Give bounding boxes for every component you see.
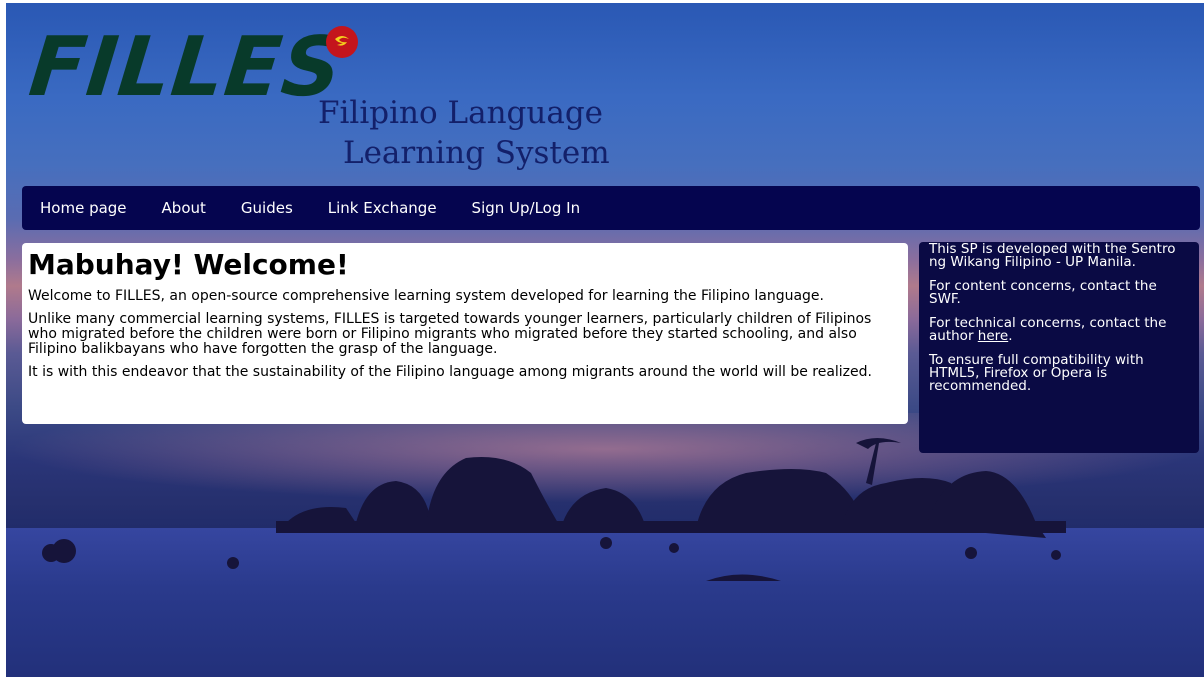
info-sidebar: This SP is developed with the Sentro ng … [919, 242, 1199, 453]
nav-guides[interactable]: Guides [241, 199, 293, 217]
tagline-line-2: Learning System [343, 135, 610, 171]
tagline-line-1: Filipino Language [318, 95, 604, 131]
nav-home[interactable]: Home page [40, 199, 127, 217]
welcome-panel: Mabuhay! Welcome! Welcome to FILLES, an … [22, 243, 908, 424]
sidebar-content-concerns: For content concerns, contact the SWF. [929, 278, 1157, 307]
main-nav: Home page About Guides Link Exchange Sig… [22, 186, 1200, 230]
sidebar-developer-note: This SP is developed with the Sentro ng … [929, 241, 1176, 270]
technical-concerns-end: . [1008, 328, 1013, 344]
welcome-paragraph-2: Unlike many commercial learning systems,… [28, 311, 872, 357]
swirl-icon [326, 26, 358, 58]
nav-link-exchange[interactable]: Link Exchange [328, 199, 437, 217]
technical-concerns-text: For technical concerns, contact the auth… [929, 315, 1167, 344]
nav-signup-login[interactable]: Sign Up/Log In [472, 199, 581, 217]
sidebar-technical-concerns: For technical concerns, contact the auth… [929, 315, 1191, 344]
author-contact-link[interactable]: here [978, 328, 1008, 344]
nav-about[interactable]: About [162, 199, 206, 217]
logo-title: FILLES [25, 20, 348, 115]
welcome-paragraph-3: It is with this endeavor that the sustai… [28, 364, 872, 380]
welcome-paragraph-1: Welcome to FILLES, an open-source compre… [28, 288, 824, 304]
sidebar-compatibility-note: To ensure full compatibility with HTML5,… [929, 352, 1144, 394]
welcome-heading: Mabuhay! Welcome! [28, 248, 349, 281]
